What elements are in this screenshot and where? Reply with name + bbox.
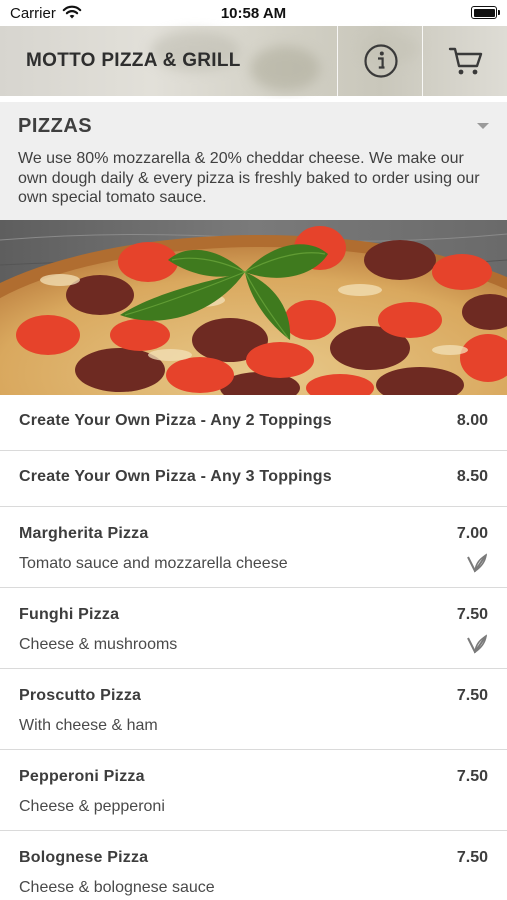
cart-button[interactable] [424, 26, 507, 96]
item-description: Cheese & bolognese sauce [19, 879, 215, 896]
item-name: Proscutto Pizza [19, 687, 142, 704]
app-header: MOTTO PIZZA & GRILL [0, 26, 507, 96]
item-description: Cheese & pepperoni [19, 798, 165, 815]
menu-item[interactable]: Create Your Own Pizza - Any 2 Toppings 8… [0, 395, 507, 451]
item-price: 7.50 [456, 687, 488, 704]
item-price: 8.50 [456, 468, 488, 485]
item-name: Create Your Own Pizza - Any 3 Toppings [19, 468, 332, 485]
clock: 10:58 AM [220, 5, 287, 22]
item-name: Pepperoni Pizza [19, 768, 145, 785]
item-description: Cheese & mushrooms [19, 636, 178, 653]
vegetarian-icon [467, 553, 488, 573]
item-price: 7.50 [456, 606, 488, 623]
item-name: Create Your Own Pizza - Any 2 Toppings [19, 412, 332, 429]
category-title: PIZZAS [18, 115, 93, 137]
info-icon [364, 44, 398, 78]
item-description: Tomato sauce and mozzarella cheese [19, 555, 288, 572]
menu-list: Create Your Own Pizza - Any 2 Toppings 8… [0, 395, 507, 900]
item-price: 7.00 [456, 525, 488, 542]
battery-icon [471, 6, 500, 19]
menu-item[interactable]: Funghi Pizza 7.50 Cheese & mushrooms [0, 588, 507, 669]
item-name: Bolognese Pizza [19, 849, 149, 866]
header-divider [337, 26, 338, 96]
item-name: Margherita Pizza [19, 525, 149, 542]
status-bar: Carrier 10:58 AM [0, 0, 507, 26]
item-description: With cheese & ham [19, 717, 158, 734]
category-description: We use 80% mozzarella & 20% cheddar chee… [18, 150, 480, 206]
header-divider [422, 26, 423, 96]
collapse-arrow-icon[interactable] [477, 123, 489, 129]
item-name: Funghi Pizza [19, 606, 120, 623]
menu-item[interactable]: Bolognese Pizza 7.50 Cheese & bolognese … [0, 831, 507, 900]
restaurant-title: MOTTO PIZZA & GRILL [26, 50, 241, 71]
menu-item[interactable]: Margherita Pizza 7.00 Tomato sauce and m… [0, 507, 507, 588]
menu-item[interactable]: Create Your Own Pizza - Any 3 Toppings 8… [0, 451, 507, 507]
cart-icon [448, 47, 482, 75]
info-button[interactable] [339, 26, 423, 96]
item-price: 8.00 [456, 412, 488, 429]
item-price: 7.50 [456, 849, 488, 866]
item-price: 7.50 [456, 768, 488, 785]
menu-item[interactable]: Pepperoni Pizza 7.50 Cheese & pepperoni [0, 750, 507, 831]
vegetarian-icon [467, 634, 488, 654]
menu-item[interactable]: Proscutto Pizza 7.50 With cheese & ham [0, 669, 507, 750]
category-image [0, 220, 507, 395]
category-header[interactable]: PIZZAS We use 80% mozzarella & 20% chedd… [0, 99, 507, 220]
